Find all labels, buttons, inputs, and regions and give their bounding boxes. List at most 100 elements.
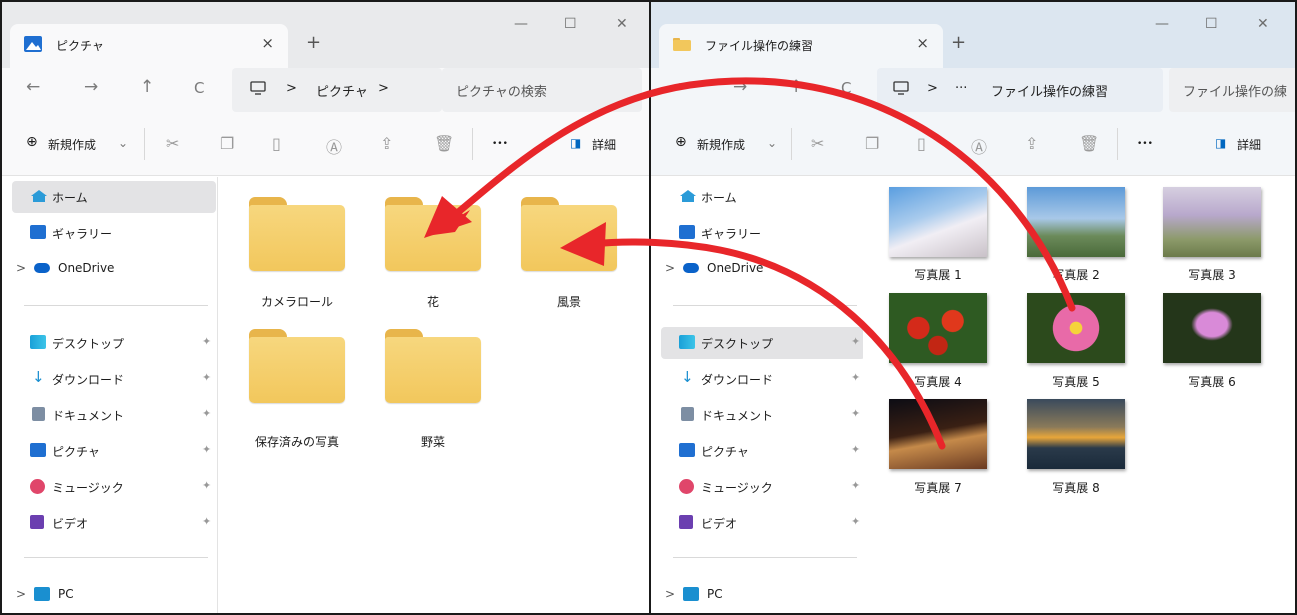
close-button[interactable]: ✕ bbox=[1257, 16, 1269, 32]
folder-camera-roll[interactable] bbox=[249, 193, 345, 275]
folder-flowers[interactable] bbox=[385, 193, 481, 275]
sidebar-item-videos[interactable]: ビデオ ✦ bbox=[661, 507, 865, 539]
sidebar-item-home[interactable]: ホーム bbox=[12, 181, 216, 213]
pin-icon[interactable]: ✦ bbox=[202, 371, 211, 384]
minimize-button[interactable]: — bbox=[1155, 16, 1169, 32]
photo-thumbnail[interactable] bbox=[889, 187, 987, 257]
up-button[interactable]: ↑ bbox=[140, 77, 154, 97]
pin-icon[interactable]: ✦ bbox=[202, 479, 211, 492]
new-caret[interactable]: ⌄ bbox=[767, 136, 777, 150]
breadcrumb[interactable]: > ピクチャ > bbox=[232, 68, 442, 112]
details-button[interactable]: 詳細 bbox=[592, 136, 616, 153]
up-button[interactable]: ↑ bbox=[789, 77, 803, 97]
cut-icon[interactable]: ✂ bbox=[166, 134, 179, 153]
search-box[interactable]: ピクチャの検索 bbox=[442, 68, 642, 112]
details-pane-icon[interactable]: ◨ bbox=[570, 136, 581, 150]
maximize-button[interactable]: ☐ bbox=[564, 16, 577, 32]
sidebar-item-desktop[interactable]: デスクトップ ✦ bbox=[661, 327, 865, 359]
sidebar-item-downloads[interactable]: ↓ ダウンロード ✦ bbox=[12, 363, 216, 395]
more-options-button[interactable]: ••• bbox=[492, 139, 508, 149]
close-button[interactable]: ✕ bbox=[616, 16, 628, 32]
paste-icon[interactable]: ▯ bbox=[917, 134, 926, 153]
tab-close-button[interactable]: × bbox=[261, 34, 274, 52]
new-button[interactable]: 新規作成 bbox=[48, 136, 96, 153]
pin-icon[interactable]: ✦ bbox=[851, 479, 860, 492]
sidebar-item-music[interactable]: ミュージック ✦ bbox=[12, 471, 216, 503]
expand-chevron-icon[interactable]: > bbox=[16, 261, 26, 275]
sidebar-item-pc[interactable]: > PC bbox=[12, 579, 216, 611]
new-caret[interactable]: ⌄ bbox=[118, 136, 128, 150]
pin-icon[interactable]: ✦ bbox=[202, 335, 211, 348]
pin-icon[interactable]: ✦ bbox=[851, 407, 860, 420]
details-button[interactable]: 詳細 bbox=[1237, 136, 1261, 153]
sidebar-item-home[interactable]: ホーム bbox=[661, 181, 865, 213]
back-button[interactable]: ← bbox=[26, 77, 40, 97]
pin-icon[interactable]: ✦ bbox=[851, 371, 860, 384]
delete-icon[interactable]: 🗑 bbox=[1079, 134, 1099, 153]
pin-icon[interactable]: ✦ bbox=[851, 515, 860, 528]
search-box[interactable]: ファイル操作の練 bbox=[1169, 68, 1295, 112]
forward-button[interactable]: → bbox=[84, 77, 98, 97]
sidebar-item-pictures[interactable]: ピクチャ ✦ bbox=[661, 435, 865, 467]
sidebar-item-documents[interactable]: ドキュメント ✦ bbox=[12, 399, 216, 431]
pin-icon[interactable]: ✦ bbox=[202, 515, 211, 528]
minimize-button[interactable]: — bbox=[514, 16, 528, 32]
plus-circle-icon[interactable]: ⊕ bbox=[675, 134, 687, 150]
new-tab-button[interactable]: + bbox=[306, 32, 321, 53]
sidebar-item-onedrive[interactable]: > OneDrive bbox=[661, 253, 865, 285]
sidebar-item-downloads[interactable]: ↓ ダウンロード ✦ bbox=[661, 363, 865, 395]
copy-icon[interactable]: ❐ bbox=[865, 134, 879, 153]
more-options-button[interactable]: ••• bbox=[1137, 139, 1153, 149]
new-tab-button[interactable]: + bbox=[951, 32, 966, 53]
folder-vegetables[interactable] bbox=[385, 325, 481, 407]
sidebar-item-music[interactable]: ミュージック ✦ bbox=[661, 471, 865, 503]
rename-icon[interactable]: Ⓐ bbox=[326, 134, 342, 158]
breadcrumb[interactable]: > ··· ファイル操作の練習 bbox=[877, 68, 1163, 112]
tab-pictures[interactable]: ピクチャ × bbox=[10, 24, 288, 68]
photo-thumbnail[interactable] bbox=[1027, 187, 1125, 257]
breadcrumb-ellipsis[interactable]: ··· bbox=[955, 81, 967, 96]
photo-thumbnail[interactable] bbox=[1163, 293, 1261, 363]
sidebar-item-desktop[interactable]: デスクトップ ✦ bbox=[12, 327, 216, 359]
folder-saved-pictures[interactable] bbox=[249, 325, 345, 407]
rename-icon[interactable]: Ⓐ bbox=[971, 134, 987, 158]
share-icon[interactable]: ⇪ bbox=[380, 134, 393, 153]
delete-icon[interactable]: 🗑 bbox=[434, 134, 454, 153]
forward-button[interactable]: → bbox=[733, 77, 747, 97]
expand-chevron-icon[interactable]: > bbox=[665, 261, 675, 275]
maximize-button[interactable]: ☐ bbox=[1205, 16, 1218, 32]
breadcrumb-chevron[interactable]: > bbox=[378, 81, 389, 96]
details-pane-icon[interactable]: ◨ bbox=[1215, 136, 1226, 150]
photo-thumbnail[interactable] bbox=[1027, 399, 1125, 469]
sidebar-item-documents[interactable]: ドキュメント ✦ bbox=[661, 399, 865, 431]
expand-chevron-icon[interactable]: > bbox=[665, 587, 675, 601]
photo-thumbnail[interactable] bbox=[1027, 293, 1125, 363]
sidebar-item-videos[interactable]: ビデオ ✦ bbox=[12, 507, 216, 539]
pin-icon[interactable]: ✦ bbox=[851, 443, 860, 456]
sidebar-item-gallery[interactable]: ギャラリー bbox=[12, 217, 216, 249]
photo-thumbnail[interactable] bbox=[1163, 187, 1261, 257]
sidebar-item-pictures[interactable]: ピクチャ ✦ bbox=[12, 435, 216, 467]
plus-circle-icon[interactable]: ⊕ bbox=[26, 134, 38, 150]
share-icon[interactable]: ⇪ bbox=[1025, 134, 1038, 153]
photo-thumbnail[interactable] bbox=[889, 399, 987, 469]
cut-icon[interactable]: ✂ bbox=[811, 134, 824, 153]
refresh-button[interactable]: C bbox=[841, 79, 851, 97]
expand-chevron-icon[interactable]: > bbox=[16, 587, 26, 601]
new-button[interactable]: 新規作成 bbox=[697, 136, 745, 153]
breadcrumb-current[interactable]: ピクチャ bbox=[316, 81, 368, 100]
sidebar-item-gallery[interactable]: ギャラリー bbox=[661, 217, 865, 249]
sidebar-item-onedrive[interactable]: > OneDrive bbox=[12, 253, 216, 285]
photo-thumbnail[interactable] bbox=[889, 293, 987, 363]
tab-close-button[interactable]: × bbox=[916, 34, 929, 52]
tab-practice[interactable]: ファイル操作の練習 × bbox=[659, 24, 943, 68]
sidebar-item-pc[interactable]: > PC bbox=[661, 579, 865, 611]
pin-icon[interactable]: ✦ bbox=[851, 335, 860, 348]
back-button[interactable]: ← bbox=[675, 77, 689, 97]
breadcrumb-current[interactable]: ファイル操作の練習 bbox=[991, 81, 1108, 100]
folder-landscape[interactable] bbox=[521, 193, 617, 275]
copy-icon[interactable]: ❐ bbox=[220, 134, 234, 153]
pin-icon[interactable]: ✦ bbox=[202, 443, 211, 456]
refresh-button[interactable]: C bbox=[194, 79, 204, 97]
pin-icon[interactable]: ✦ bbox=[202, 407, 211, 420]
